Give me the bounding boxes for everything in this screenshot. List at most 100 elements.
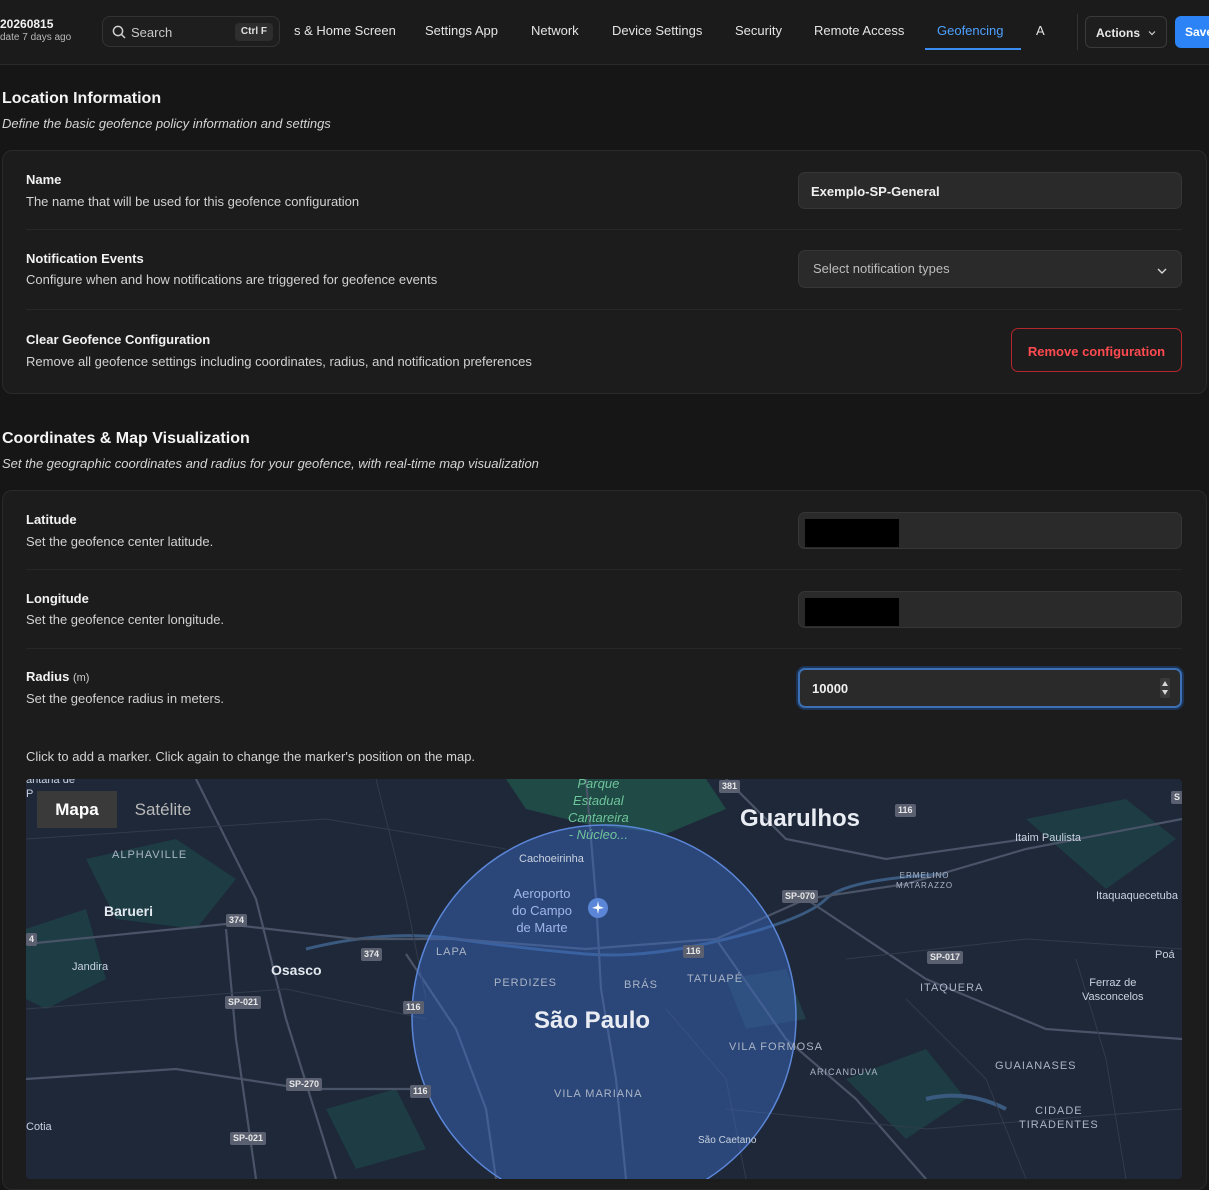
radius-input[interactable]: 10000 xyxy=(798,668,1182,708)
search-icon xyxy=(112,25,126,39)
radius-title-text: Radius xyxy=(26,669,70,684)
road-shield: 116 xyxy=(895,804,916,817)
road-shield: 116 xyxy=(683,945,704,958)
redacted-value xyxy=(805,598,899,626)
map-label-cachoeirinha: Cachoeirinha xyxy=(519,853,584,865)
name-description: The name that will be used for this geof… xyxy=(26,194,360,209)
row-divider xyxy=(26,229,1182,230)
location-section-subtitle: Define the basic geofence policy informa… xyxy=(2,116,331,131)
name-input[interactable]: Exemplo-SP-General xyxy=(798,172,1182,209)
map-hint: Click to add a marker. Click again to ch… xyxy=(26,749,476,764)
tab-network[interactable]: Network xyxy=(531,23,579,38)
map-label-cotia: Cotia xyxy=(26,1121,52,1133)
search-shortcut: Ctrl F xyxy=(234,23,273,41)
actions-label: Actions xyxy=(1096,26,1141,40)
tab-overflow[interactable]: A xyxy=(1036,23,1045,38)
number-stepper-icon[interactable] xyxy=(1160,678,1170,698)
road-shield: SP-270 xyxy=(286,1078,323,1091)
map-label-bras: BRÁS xyxy=(624,979,658,991)
header-divider xyxy=(1077,14,1078,50)
longitude-title: Longitude xyxy=(26,591,89,606)
radius-value: 10000 xyxy=(812,681,849,696)
road-shield: 116 xyxy=(403,1001,424,1014)
latitude-description: Set the geofence center latitude. xyxy=(26,534,214,549)
map-label-itaquaquecetuba: Itaquaquecetuba xyxy=(1096,890,1178,902)
chevron-down-icon xyxy=(1157,268,1167,274)
tab-security[interactable]: Security xyxy=(735,23,782,38)
coordinates-section-title: Coordinates & Map Visualization xyxy=(2,430,250,447)
search-box[interactable]: Search Ctrl F xyxy=(102,16,280,47)
row-divider xyxy=(26,648,1182,649)
radius-description: Set the geofence radius in meters. xyxy=(26,691,225,706)
radius-title: Radius (m) xyxy=(26,669,89,684)
chevron-down-icon xyxy=(1148,31,1156,36)
coordinates-section-subtitle: Set the geographic coordinates and radiu… xyxy=(2,456,539,471)
road-shield: 381 xyxy=(719,780,741,793)
search-placeholder: Search xyxy=(131,25,173,40)
map-label-ermelino: ERMELINO MATARAZZO xyxy=(896,871,954,890)
road-shield: SP-021 xyxy=(230,1132,267,1145)
map-label-lapa: LAPA xyxy=(436,946,468,958)
row-divider xyxy=(26,569,1182,570)
map-label-ferraz: Ferraz de Vasconcelos xyxy=(1082,977,1144,1003)
map-label-aricanduva: ARICANDUVA xyxy=(810,1067,879,1077)
road-shield: SP-070 xyxy=(782,890,819,903)
road-shield: 116 xyxy=(410,1085,431,1098)
remove-configuration-button[interactable]: Remove configuration xyxy=(1011,328,1182,372)
remove-configuration-label: Remove configuration xyxy=(1027,344,1166,359)
map-label-vila-formosa: VILA FORMOSA xyxy=(729,1041,823,1053)
version-note: date 7 days ago xyxy=(0,32,72,43)
map-type-satellite[interactable]: Satélite xyxy=(117,791,209,828)
notification-title: Notification Events xyxy=(26,251,144,266)
save-button[interactable]: Save xyxy=(1175,16,1209,48)
tab-geofencing[interactable]: Geofencing xyxy=(937,23,1004,38)
tab-device-settings[interactable]: Device Settings xyxy=(612,23,702,38)
location-section-title: Location Information xyxy=(2,90,162,107)
notification-placeholder: Select notification types xyxy=(813,261,950,276)
map-label-itaquera: ITAQUERA xyxy=(920,982,984,994)
clear-config-title: Clear Geofence Configuration xyxy=(26,332,211,347)
map-label-alphaville: ALPHAVILLE xyxy=(112,849,188,861)
longitude-input[interactable] xyxy=(798,591,1182,628)
redacted-value xyxy=(805,519,899,547)
version-id: 20260815 xyxy=(0,17,54,31)
map-label-sao-caetano: São Caetano xyxy=(698,1135,757,1146)
map-label-sao-paulo: São Paulo xyxy=(534,1007,651,1034)
version-info: 20260815 date 7 days ago xyxy=(0,18,71,43)
map-label-aeroporto: Aeroporto do Campo de Marte xyxy=(512,886,572,935)
actions-button[interactable]: Actions xyxy=(1085,16,1167,48)
name-title: Name xyxy=(26,172,62,187)
save-label: Save xyxy=(1185,25,1209,39)
map-label-cidade-tiradentes: CIDADE TIRADENTES xyxy=(1019,1105,1099,1131)
map-label-parque: Parque Estadual Cantareira - Núcleo... xyxy=(568,779,629,842)
row-divider xyxy=(26,309,1182,310)
latitude-title: Latitude xyxy=(26,512,77,527)
active-tab-indicator xyxy=(925,48,1021,50)
map-label-perdizes: PERDIZES xyxy=(494,977,558,989)
clear-config-description: Remove all geofence settings including c… xyxy=(26,354,532,369)
map-label-jandira: Jandira xyxy=(72,961,109,973)
radius-unit: (m) xyxy=(72,672,90,684)
map-label-itaim-paulista: Itaim Paulista xyxy=(1015,832,1082,844)
tab-strip: s & Home Screen Settings App Network Dev… xyxy=(282,0,1052,64)
airport-icon xyxy=(588,898,608,918)
longitude-description: Set the geofence center longitude. xyxy=(26,612,225,627)
map-label-poa: Poá xyxy=(1155,949,1175,961)
geofence-map[interactable]: Mapa Satélite Guarulhos São Paulo Baruer… xyxy=(26,779,1182,1179)
tab-settings-app[interactable]: Settings App xyxy=(425,23,498,38)
name-value: Exemplo-SP-General xyxy=(811,184,940,199)
road-shield: 374 xyxy=(361,948,383,961)
map-label-osasco: Osasco xyxy=(271,962,322,978)
notification-select[interactable]: Select notification types xyxy=(798,250,1182,288)
road-shield: SP-021 xyxy=(225,996,262,1009)
road-shield: 374 xyxy=(226,914,248,927)
latitude-input[interactable] xyxy=(798,512,1182,549)
map-label-santana: antana de P xyxy=(26,779,75,800)
road-shield: 4 xyxy=(26,933,38,946)
map-label-vila-mariana: VILA MARIANA xyxy=(554,1088,643,1100)
tab-home-screen[interactable]: s & Home Screen xyxy=(294,23,396,38)
tab-remote-access[interactable]: Remote Access xyxy=(814,23,904,38)
map-label-guarulhos: Guarulhos xyxy=(740,805,861,832)
map-label-tatuape: TATUAPÉ xyxy=(687,973,744,985)
map-label-guaianases: GUAIANASES xyxy=(995,1060,1077,1072)
